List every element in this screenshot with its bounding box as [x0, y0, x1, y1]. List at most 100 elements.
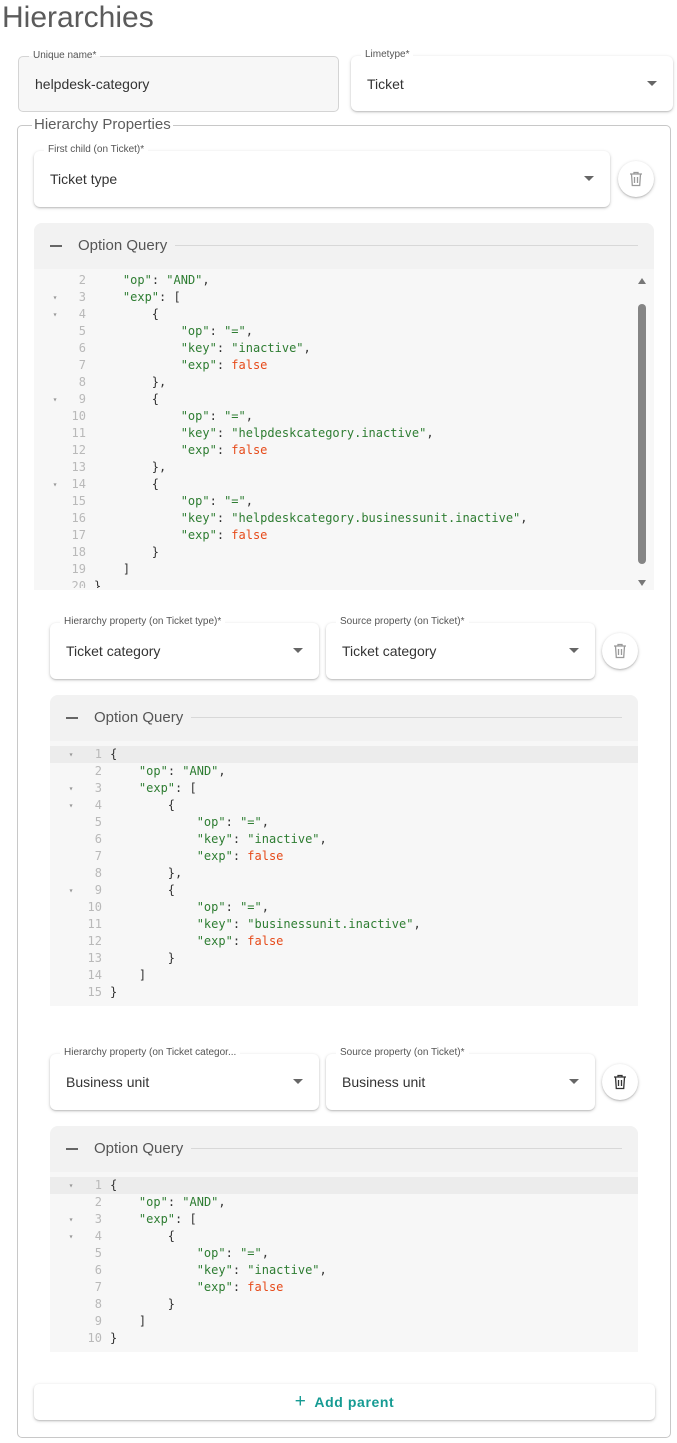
code-line: 7 "exp": false — [34, 357, 654, 374]
code-line: 15 "op": "=", — [34, 493, 654, 510]
code-text: } — [94, 578, 101, 588]
code-editor[interactable]: 2 "op": "AND", ▾ 3 "exp": [▾ 4 {5 "op": "="… — [34, 272, 654, 588]
code-line: ▾ 3 "exp": [ — [50, 780, 638, 797]
code-line: 8 } — [50, 1296, 638, 1313]
code-text: ] — [110, 1313, 146, 1330]
json-boolean: false — [247, 934, 284, 948]
json-boolean: false — [247, 1280, 284, 1294]
fold-arrow-icon[interactable]: ▾ — [50, 289, 60, 306]
code-line: ▾ 1 { — [50, 1177, 638, 1194]
source-property-select[interactable]: Source property (on Ticket)* Ticket cate… — [326, 616, 595, 679]
delete-level-button[interactable] — [602, 633, 638, 669]
json-punct: : — [216, 528, 232, 542]
json-punct: : — [232, 1263, 248, 1277]
line-number: 14 — [71, 477, 86, 491]
fold-arrow-icon[interactable]: ▾ — [66, 797, 76, 814]
json-punct: ] — [110, 968, 147, 982]
json-punct: } — [94, 579, 102, 588]
unique-name-field[interactable]: Unique name* helpdesk-category — [18, 50, 339, 112]
fold-arrow-icon[interactable]: ▾ — [66, 882, 76, 899]
limetype-select[interactable]: Limetype* Ticket — [351, 49, 673, 111]
option-query-header[interactable]: Option Query — [34, 223, 654, 269]
delete-level-button[interactable] — [602, 1064, 638, 1100]
code-text: { — [94, 476, 159, 493]
line-number: 10 — [87, 1331, 102, 1345]
fold-arrow-icon[interactable]: ▾ — [66, 1228, 76, 1245]
line-number: 7 — [94, 1280, 102, 1294]
option-query-title: Option Query — [94, 709, 184, 726]
divider — [175, 245, 638, 246]
code-text: { — [94, 391, 159, 408]
fold-arrow-icon[interactable]: ▾ — [50, 391, 60, 408]
json-string: "op" — [196, 1246, 226, 1260]
scroll-up-arrow[interactable] — [638, 278, 646, 284]
json-punct: : — [232, 1280, 248, 1294]
code-text: "op": "=", — [110, 899, 269, 916]
code-text: } — [110, 984, 117, 1001]
scrollbar-thumb[interactable] — [638, 304, 646, 564]
json-punct: , — [413, 917, 421, 931]
code-text: "op": "=", — [94, 323, 253, 340]
code-line: 10 "op": "=", — [34, 408, 654, 425]
line-number: 8 — [78, 375, 86, 389]
code-line: ▾ 9 { — [34, 391, 654, 408]
json-punct: , — [319, 1263, 327, 1277]
json-punct: , — [245, 324, 253, 338]
delete-first-child-button[interactable] — [618, 161, 654, 197]
json-punct: , — [520, 511, 528, 525]
json-punct: { — [94, 477, 160, 491]
hierarchy-property-select[interactable]: Hierarchy property (on Ticket categor...… — [50, 1047, 319, 1110]
fold-arrow-icon[interactable]: ▾ — [50, 476, 60, 493]
code-editor[interactable]: ▾ 1{2 "op": "AND", ▾ 3 "exp": [▾ 4 {5 "op": … — [50, 1177, 638, 1352]
scroll-down-arrow[interactable] — [638, 580, 646, 586]
json-string: "op" — [180, 409, 210, 423]
trash-icon — [614, 1074, 626, 1090]
json-punct: : — [209, 409, 225, 423]
json-punct: : — [232, 934, 248, 948]
line-number: 5 — [94, 1246, 102, 1260]
code-text: "exp": false — [94, 442, 268, 459]
code-text: "exp": false — [94, 527, 268, 544]
option-query-header[interactable]: Option Query — [50, 695, 638, 741]
option-query-header[interactable]: Option Query — [50, 1126, 638, 1172]
code-line: 6 "key": "inactive", — [50, 831, 638, 848]
json-punct — [94, 511, 181, 525]
json-string: "key" — [180, 426, 217, 440]
plus-icon: + — [294, 1391, 307, 1412]
limetype-value: Ticket — [367, 75, 404, 92]
line-number: 10 — [71, 409, 86, 423]
json-string: "key" — [196, 1263, 233, 1277]
fold-arrow-icon[interactable]: ▾ — [66, 1177, 76, 1194]
json-punct: ] — [94, 562, 131, 576]
add-parent-button[interactable]: + Add parent — [34, 1384, 655, 1420]
json-punct: { — [110, 1178, 118, 1192]
code-text: "op": "AND", — [110, 1194, 226, 1211]
code-text: "key": "helpdeskcategory.inactive", — [94, 425, 434, 442]
code-line: ▾ 4 { — [50, 797, 638, 814]
code-line: 13 } — [50, 950, 638, 967]
fold-arrow-icon[interactable]: ▾ — [66, 746, 76, 763]
line-number: 9 — [78, 392, 86, 406]
line-number: 7 — [78, 358, 86, 372]
code-editor[interactable]: ▾ 1{2 "op": "AND", ▾ 3 "exp": [▾ 4 {5 "op": … — [50, 746, 638, 1006]
code-text: "key": "businessunit.inactive", — [110, 916, 421, 933]
json-punct: ] — [110, 1314, 147, 1328]
first-child-select[interactable]: First child (on Ticket)* Ticket type — [34, 144, 610, 207]
json-punct: { — [94, 307, 160, 321]
code-line: ▾ 14 { — [34, 476, 654, 493]
fold-arrow-icon[interactable]: ▾ — [50, 306, 60, 323]
line-number: 2 — [78, 273, 86, 287]
json-string: "=" — [240, 1246, 262, 1260]
source-property-select[interactable]: Source property (on Ticket)* Business un… — [326, 1047, 595, 1110]
json-punct: : — [209, 494, 225, 508]
json-string: "exp" — [138, 1212, 176, 1226]
json-boolean: false — [247, 849, 284, 863]
fold-arrow-icon[interactable]: ▾ — [66, 780, 76, 797]
code-line: 16 "key": "helpdeskcategory.businessunit… — [34, 510, 654, 527]
json-string: "exp" — [180, 358, 217, 372]
line-number: 14 — [87, 968, 102, 982]
code-line: ▾ 4 { — [34, 306, 654, 323]
hierarchy-property-select[interactable]: Hierarchy property (on Ticket type)* Tic… — [50, 616, 319, 679]
fold-arrow-icon[interactable]: ▾ — [66, 1211, 76, 1228]
first-child-value: Ticket type — [50, 171, 118, 187]
